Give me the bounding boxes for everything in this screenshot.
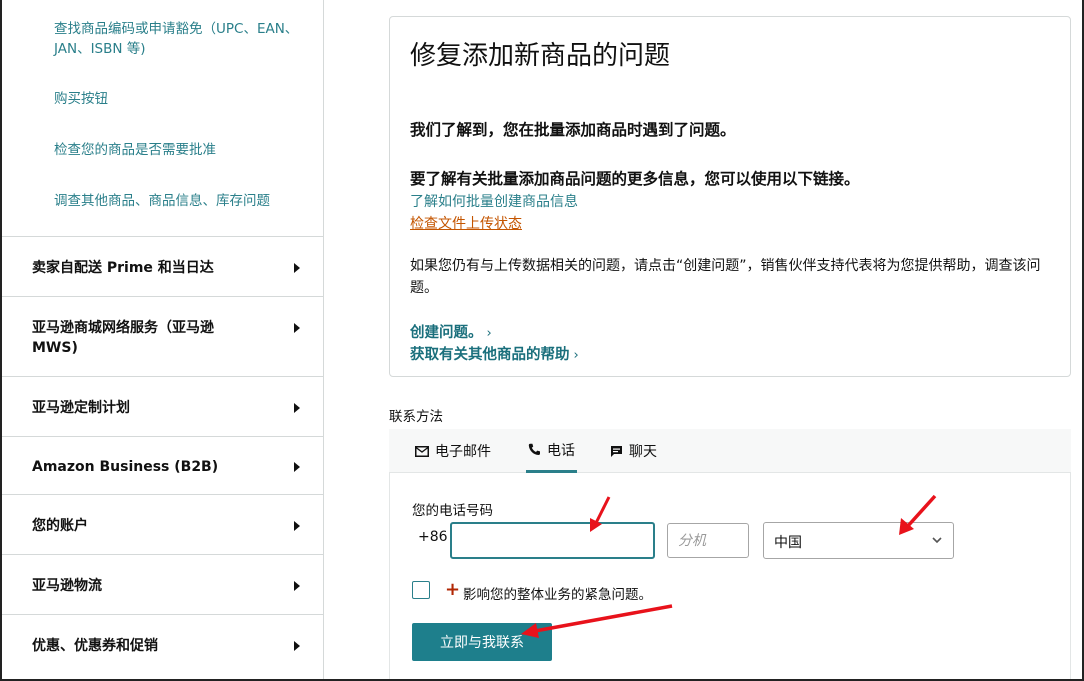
contact-method-label: 联系方法 [389,405,443,425]
sidebar-subitem-product-id-exemption[interactable]: 查找商品编码或申请豁免（UPC、EAN、JAN、ISBN 等) [54,19,314,59]
understood-text: 我们了解到，您在批量添加商品时遇到了问题。 [410,118,736,140]
create-issue-link[interactable]: 创建问题。 › [410,321,492,342]
chevron-right-icon: › [574,348,579,363]
more-info-text: 要了解有关批量添加商品问题的更多信息，您可以使用以下链接。 [410,167,860,189]
call-me-now-button[interactable]: 立即与我联系 [412,623,552,661]
sidebar-item-label: 亚马逊定制计划 [32,398,130,418]
help-card: 修复添加新商品的问题 我们了解到，您在批量添加商品时遇到了问题。 要了解有关批量… [389,16,1071,377]
caret-right-icon [294,641,300,651]
page-title: 修复添加新商品的问题 [410,35,670,72]
sidebar-item-your-account[interactable]: 您的账户 [2,494,323,554]
contact-tabs: 电子邮件 电话 聊天 [389,429,1071,473]
urgent-issue-label: 影响您的整体业务的紧急问题。 [463,583,652,603]
sidebar-item-label: 优惠、优惠券和促销 [32,636,158,656]
sidebar-item-mws[interactable]: 亚马逊商城网络服务（亚马逊 MWS) [2,296,323,376]
extension-input[interactable] [667,523,749,558]
envelope-icon [415,446,429,457]
caret-right-icon [294,581,300,591]
phone-contact-form: 您的电话号码 +86 中国 + 影响您的整体业务的紧急问题。 立即与我联系 [389,473,1071,681]
other-help-link[interactable]: 获取有关其他商品的帮助 › [410,343,579,364]
phone-number-input[interactable] [450,522,655,559]
sidebar-item-custom-program[interactable]: 亚马逊定制计划 [2,376,323,436]
phone-number-label: 您的电话号码 [412,499,493,519]
sidebar-item-label: 卖家自配送 Prime 和当日达 [32,258,214,278]
phone-icon [528,443,541,456]
chat-icon [610,445,623,458]
sidebar-item-label: 您的账户 [32,516,88,536]
tab-email-label: 电子邮件 [435,441,491,461]
create-issue-label: 创建问题。 [410,325,483,341]
urgent-checkbox[interactable] [412,581,430,599]
sidebar-nav: 查找商品编码或申请豁免（UPC、EAN、JAN、ISBN 等) 购买按钮 检查您… [2,0,324,681]
other-help-label: 获取有关其他商品的帮助 [410,347,570,363]
caret-right-icon [294,403,300,413]
sidebar-subitem-other-issues[interactable]: 调查其他商品、商品信息、库存问题 [54,191,270,211]
create-issue-paragraph: 如果您仍有与上传数据相关的问题，请点击“创建问题”，销售伙伴支持代表将为您提供帮… [410,255,1060,299]
sidebar-item-fba[interactable]: 亚马逊物流 [2,554,323,614]
sidebar-item-seller-fulfilled-prime[interactable]: 卖家自配送 Prime 和当日达 [2,236,323,296]
sidebar-subitem-approval-check[interactable]: 检查您的商品是否需要批准 [54,140,216,160]
tab-phone-label: 电话 [547,440,575,460]
caret-right-icon [294,323,300,333]
chevron-down-icon [931,534,943,546]
caret-right-icon [294,521,300,531]
caret-right-icon [294,462,300,472]
country-code: +86 [418,529,448,545]
country-select-value: 中国 [774,532,802,552]
tab-phone[interactable]: 电话 [526,429,577,473]
sidebar-item-label: 亚马逊物流 [32,576,102,596]
sidebar-subitem-buy-button[interactable]: 购买按钮 [54,89,108,109]
bulk-create-link[interactable]: 了解如何批量创建商品信息 [410,191,578,211]
sidebar-item-promotions[interactable]: 优惠、优惠券和促销 [2,614,323,681]
chevron-right-icon: › [487,326,492,341]
upload-status-link[interactable]: 检查文件上传状态 [410,213,522,233]
tab-email[interactable]: 电子邮件 [415,429,491,473]
plus-icon: + [445,579,460,600]
tab-chat[interactable]: 聊天 [610,429,657,473]
tab-chat-label: 聊天 [629,441,657,461]
sidebar-item-label: 亚马逊商城网络服务（亚马逊 MWS) [32,318,262,358]
sidebar-item-label: Amazon Business (B2B) [32,457,218,477]
sidebar-item-amazon-business[interactable]: Amazon Business (B2B) [2,436,323,494]
country-select[interactable]: 中国 [763,522,954,559]
caret-right-icon [294,263,300,273]
